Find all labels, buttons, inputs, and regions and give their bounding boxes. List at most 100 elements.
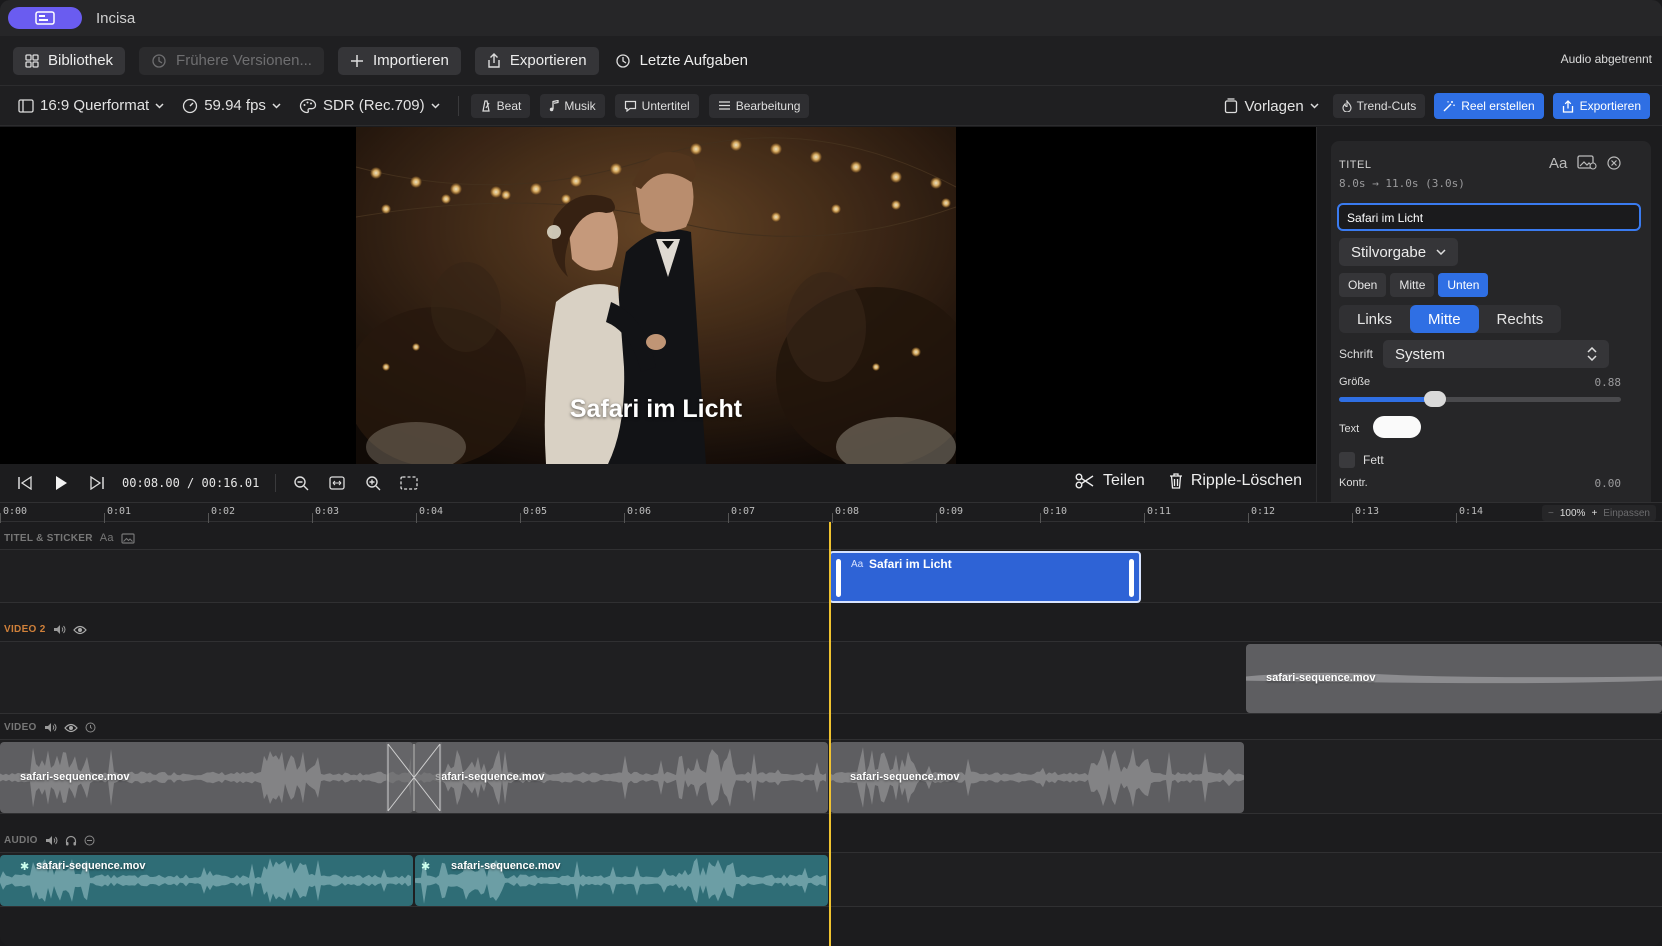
size-slider-thumb[interactable]: [1423, 391, 1446, 407]
music-button[interactable]: Musik: [540, 93, 605, 118]
app-icon-badge[interactable]: [8, 7, 82, 29]
create-reel-button[interactable]: Reel erstellen: [1434, 93, 1544, 119]
previous-frame-icon[interactable]: [14, 472, 36, 494]
ruler-label: 0:01: [107, 506, 132, 517]
eye-icon[interactable]: [72, 625, 87, 635]
chevron-down-icon: [431, 102, 440, 109]
video-clip-2[interactable]: safari-sequence.mov: [415, 742, 828, 813]
recent-tasks-button[interactable]: Letzte Aufgaben: [613, 47, 750, 75]
bold-checkbox[interactable]: [1339, 452, 1355, 468]
speaker-icon[interactable]: [45, 835, 58, 846]
position-middle[interactable]: Mitte: [1390, 273, 1435, 297]
text-clip-icon: Aa: [851, 559, 864, 570]
chevron-updown-icon: [1587, 347, 1597, 361]
next-frame-icon[interactable]: [86, 472, 108, 494]
close-icon[interactable]: [1607, 156, 1621, 170]
fit-timeline-icon[interactable]: [326, 472, 348, 494]
ruler-tick: [0, 513, 1, 523]
ripple-delete-button[interactable]: Ripple-Löschen: [1191, 472, 1302, 490]
headphones-icon[interactable]: [65, 835, 77, 846]
align-right[interactable]: Rechts: [1479, 305, 1562, 333]
text-style-icon[interactable]: Aa: [1549, 155, 1567, 172]
trend-cuts-button[interactable]: Trend-Cuts: [1332, 94, 1426, 118]
titles-lane[interactable]: Aa Safari im Licht: [0, 549, 1662, 603]
text-color-label: Text: [1339, 423, 1360, 435]
video2-clip[interactable]: safari-sequence.mov: [1246, 644, 1662, 713]
audio-lane[interactable]: ✱ safari-sequence.mov ✱ safari-sequence.…: [0, 852, 1662, 907]
ruler-tick: [416, 513, 417, 523]
beat-button[interactable]: Beat: [470, 93, 531, 118]
ruler-tick: [936, 513, 937, 523]
clip-trim-handle-left[interactable]: [836, 559, 841, 597]
clock-icon: [615, 53, 630, 68]
import-button[interactable]: Importieren: [337, 46, 461, 75]
clip-trim-handle-right[interactable]: [1129, 559, 1134, 597]
main-toolbar: Bibliothek Frühere Versionen... Importie…: [0, 36, 1662, 86]
video-clip-3[interactable]: safari-sequence.mov: [830, 742, 1244, 813]
text-color-swatch[interactable]: [1373, 416, 1421, 438]
zoom-out-button[interactable]: −: [1548, 508, 1554, 519]
audio-clip-1[interactable]: ✱ safari-sequence.mov: [0, 855, 413, 906]
versions-button[interactable]: Frühere Versionen...: [139, 46, 324, 75]
style-preset-dropdown[interactable]: Stilvorgabe: [1339, 238, 1459, 266]
sticker-track-icon: [121, 532, 135, 544]
speaker-icon[interactable]: [44, 722, 57, 733]
align-center[interactable]: Mitte: [1410, 305, 1479, 333]
eye-icon[interactable]: [63, 723, 78, 733]
templates-dropdown[interactable]: Vorlagen: [1224, 98, 1319, 115]
chevron-down-icon: [1436, 249, 1446, 255]
size-slider[interactable]: [1339, 391, 1621, 407]
speech-bubble-icon: [624, 100, 636, 112]
align-left[interactable]: Links: [1339, 305, 1410, 333]
transition-icon[interactable]: [386, 742, 442, 813]
title-text-input[interactable]: Safari im Licht: [1337, 203, 1641, 231]
speaker-icon[interactable]: [53, 624, 66, 635]
zoom-out-icon[interactable]: [290, 472, 312, 494]
title-overlay[interactable]: Safari im Licht: [356, 395, 956, 424]
clock-icon[interactable]: [85, 722, 96, 733]
scissors-icon: [1075, 473, 1094, 489]
recent-tasks-label: Letzte Aufgaben: [639, 52, 748, 69]
title-clip[interactable]: Aa Safari im Licht: [829, 551, 1141, 603]
audio-clip-2[interactable]: ✱ safari-sequence.mov: [415, 855, 828, 906]
preview-viewer[interactable]: Safari im Licht: [0, 127, 1316, 464]
fps-dropdown[interactable]: 59.94 fps: [182, 97, 281, 114]
plus-icon: [350, 54, 363, 67]
selection-icon[interactable]: [398, 472, 420, 494]
position-top[interactable]: Oben: [1339, 273, 1387, 297]
editing-button[interactable]: Bearbeitung: [708, 93, 810, 118]
video-clip-label: safari-sequence.mov: [435, 771, 545, 783]
share-icon: [488, 52, 500, 68]
export-button[interactable]: Exportieren: [474, 46, 599, 75]
subtitles-button[interactable]: Untertitel: [614, 93, 699, 118]
video-clip-1[interactable]: safari-sequence.mov: [0, 742, 413, 813]
fit-button[interactable]: Einpassen: [1603, 508, 1650, 519]
timeline-ruler[interactable]: − 100% + Einpassen 0:00 0:01 0:02 0:03 0:04 0…: [0, 502, 1662, 523]
track-header-video2: VIDEO 2: [4, 624, 87, 635]
ruler-tick: [1456, 513, 1457, 523]
library-button[interactable]: Bibliothek: [13, 46, 126, 75]
video-lane[interactable]: safari-sequence.mov safari-sequence.mov …: [0, 739, 1662, 814]
split-button[interactable]: Teilen: [1103, 472, 1145, 490]
playhead[interactable]: [829, 522, 831, 946]
video2-lane[interactable]: safari-sequence.mov: [0, 641, 1662, 714]
zoom-in-button[interactable]: +: [1591, 508, 1597, 519]
position-bottom[interactable]: Unten: [1438, 273, 1489, 297]
play-icon[interactable]: [50, 472, 72, 494]
format-toolbar: 16:9 Querformat 59.94 fps SDR (Rec.709) …: [0, 86, 1662, 126]
track-header-audio: AUDIO: [4, 835, 95, 846]
font-value: System: [1395, 345, 1446, 363]
video-preview-frame[interactable]: Safari im Licht: [356, 127, 956, 464]
list-icon: [718, 101, 730, 110]
solo-icon[interactable]: [84, 835, 95, 846]
track-header-titles: TITEL & STICKER Aa: [4, 532, 135, 544]
sticker-image-icon[interactable]: [1577, 154, 1597, 170]
export-primary-button[interactable]: Exportieren: [1552, 93, 1650, 119]
title-inspector: TITEL 8.0s → 11.0s (3.0s) Aa Safari im L…: [1331, 141, 1651, 502]
track-label-titles: TITEL & STICKER: [4, 532, 93, 544]
chevron-down-icon: [272, 102, 281, 109]
aspect-dropdown[interactable]: 16:9 Querformat: [18, 97, 164, 114]
zoom-in-icon[interactable]: [362, 472, 384, 494]
color-space-dropdown[interactable]: SDR (Rec.709): [299, 97, 440, 114]
font-dropdown[interactable]: System: [1383, 340, 1609, 368]
